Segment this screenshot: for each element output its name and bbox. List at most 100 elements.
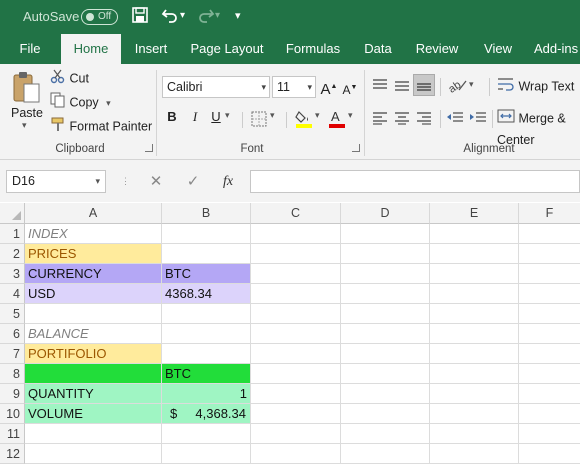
row-header-2[interactable]: 2 (0, 244, 25, 264)
cell[interactable] (251, 424, 341, 444)
cell[interactable] (519, 444, 580, 464)
redo-icon[interactable] (197, 6, 215, 30)
cell-b4[interactable]: 4368.34 (162, 284, 251, 304)
row-header-11[interactable]: 11 (0, 424, 25, 444)
cell[interactable] (162, 444, 251, 464)
cell[interactable] (519, 404, 580, 424)
cell[interactable] (519, 384, 580, 404)
cell[interactable] (519, 264, 580, 284)
cell[interactable] (251, 404, 341, 424)
tab-review[interactable]: Review (410, 34, 464, 64)
cell[interactable] (519, 344, 580, 364)
cell[interactable] (430, 264, 519, 284)
cell[interactable] (430, 224, 519, 244)
cell-a1[interactable]: INDEX (25, 224, 162, 244)
column-header-b[interactable]: B (162, 203, 251, 224)
tab-data[interactable]: Data (357, 34, 399, 64)
cell-a10[interactable]: VOLUME (25, 404, 162, 424)
column-header-d[interactable]: D (341, 203, 430, 224)
underline-dropdown-icon[interactable]: ▾ (225, 110, 230, 121)
borders-icon[interactable] (251, 111, 267, 130)
row-header-5[interactable]: 5 (0, 304, 25, 324)
cell[interactable] (430, 284, 519, 304)
cell[interactable] (430, 424, 519, 444)
paste-button[interactable]: Paste ▾ (8, 70, 44, 132)
insert-function-icon[interactable]: fx (216, 170, 240, 193)
cell[interactable] (341, 424, 430, 444)
cell[interactable] (341, 284, 430, 304)
cell[interactable] (251, 324, 341, 344)
cell-a8[interactable] (25, 364, 162, 384)
cell[interactable] (25, 424, 162, 444)
cell[interactable] (519, 424, 580, 444)
cell[interactable] (162, 224, 251, 244)
shrink-font-icon[interactable]: A▼ (341, 79, 359, 97)
row-header-4[interactable]: 4 (0, 284, 25, 304)
cell[interactable] (341, 324, 430, 344)
cell[interactable] (341, 384, 430, 404)
redo-dropdown-icon[interactable]: ▾ (215, 6, 220, 26)
cell[interactable] (162, 324, 251, 344)
tab-add-ins[interactable]: Add-ins (534, 34, 580, 64)
merge-center-button[interactable]: Merge & Center (497, 108, 580, 147)
cell[interactable] (341, 264, 430, 284)
cell-a4[interactable]: USD (25, 284, 162, 304)
cell[interactable] (341, 244, 430, 264)
row-header-6[interactable]: 6 (0, 324, 25, 344)
cell[interactable] (519, 304, 580, 324)
cell[interactable] (341, 304, 430, 324)
fill-color-dropdown-icon[interactable]: ▾ (315, 110, 320, 121)
wrap-text-button[interactable]: Wrap Text (497, 76, 574, 96)
column-header-e[interactable]: E (430, 203, 519, 224)
undo-icon[interactable] (161, 6, 179, 30)
orientation-icon[interactable]: ab (446, 76, 469, 97)
align-right-icon[interactable] (416, 111, 432, 128)
cell[interactable] (430, 364, 519, 384)
grow-font-icon[interactable]: A▲ (320, 78, 338, 98)
cell[interactable] (519, 284, 580, 304)
cell[interactable] (251, 344, 341, 364)
resize-handle-icon[interactable]: ⋮ (121, 176, 130, 187)
cell[interactable] (162, 344, 251, 364)
cell[interactable] (430, 404, 519, 424)
cell[interactable] (341, 444, 430, 464)
align-bottom-button[interactable] (413, 74, 435, 96)
cut-button[interactable]: Cut (50, 68, 89, 88)
cell-b3[interactable]: BTC (162, 264, 251, 284)
increase-indent-icon[interactable] (469, 111, 487, 128)
paste-dropdown-icon[interactable]: ▾ (22, 120, 27, 131)
column-header-c[interactable]: C (251, 203, 341, 224)
column-header-a[interactable]: A (25, 203, 162, 224)
row-header-1[interactable]: 1 (0, 224, 25, 244)
tab-file[interactable]: File (10, 34, 50, 64)
cell[interactable] (430, 324, 519, 344)
italic-button[interactable]: I (186, 108, 204, 126)
cell[interactable] (251, 444, 341, 464)
tab-page-layout[interactable]: Page Layout (186, 34, 268, 64)
copy-button[interactable]: Copy ▾ (50, 92, 111, 112)
cancel-icon[interactable]: ✕ (145, 170, 167, 193)
autosave-toggle[interactable]: Off (81, 9, 118, 25)
cell[interactable] (251, 224, 341, 244)
row-header-9[interactable]: 9 (0, 384, 25, 404)
cell[interactable] (519, 324, 580, 344)
cell-a7[interactable]: PORTIFOLIO (25, 344, 162, 364)
row-header-10[interactable]: 10 (0, 404, 25, 424)
font-color-dropdown-icon[interactable]: ▾ (348, 110, 353, 121)
cell-b10[interactable]: $ 4,368.34 (162, 404, 251, 424)
cell[interactable] (162, 304, 251, 324)
bold-button[interactable]: B (163, 108, 181, 126)
decrease-indent-icon[interactable] (446, 111, 464, 128)
cell[interactable] (519, 364, 580, 384)
cell-b9[interactable]: 1 (162, 384, 251, 404)
row-header-8[interactable]: 8 (0, 364, 25, 384)
tab-home[interactable]: Home (61, 34, 121, 64)
column-header-f[interactable]: F (519, 203, 580, 224)
cell[interactable] (430, 304, 519, 324)
tab-insert[interactable]: Insert (128, 34, 174, 64)
cell-b8[interactable]: BTC (162, 364, 251, 384)
tab-view[interactable]: View (477, 34, 519, 64)
select-all-corner[interactable] (0, 203, 25, 224)
name-box[interactable]: D16 ▾ (6, 170, 106, 193)
align-center-icon[interactable] (394, 111, 410, 128)
